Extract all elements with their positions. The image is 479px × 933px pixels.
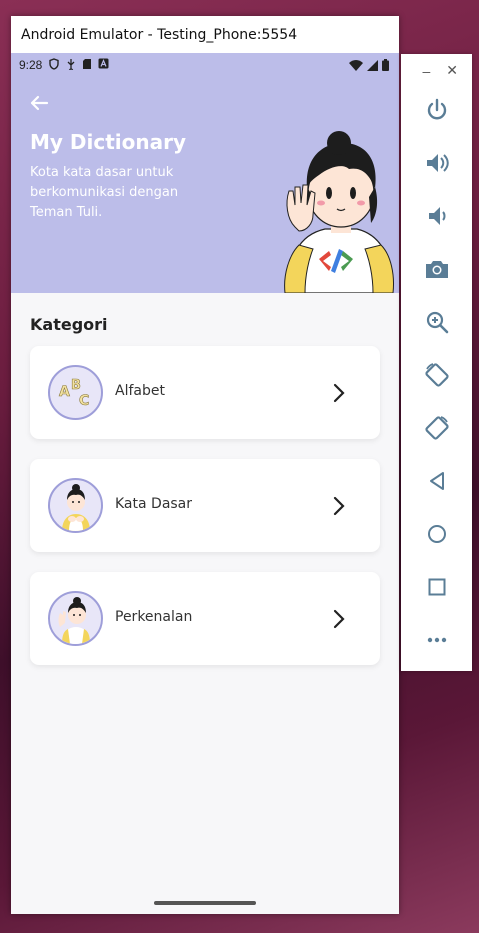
screenshot-button[interactable]	[401, 249, 472, 289]
back-triangle-icon	[429, 472, 444, 490]
back-arrow-icon[interactable]	[28, 92, 50, 114]
section-title: Kategori	[30, 315, 108, 334]
more-dots-icon	[427, 637, 446, 643]
gesture-home-bar[interactable]	[154, 901, 256, 905]
page-title: My Dictionary	[30, 130, 187, 154]
rotate-right-icon	[424, 416, 449, 440]
volume-down-button[interactable]	[401, 196, 472, 236]
page-subtitle: Kota kata dasar untuk berkomunikasi deng…	[30, 165, 179, 220]
svg-text:A: A	[59, 384, 70, 400]
rotate-left-icon	[424, 363, 449, 387]
status-bar: 9:28	[11, 53, 399, 77]
home-circle-icon	[427, 525, 446, 543]
phone-screen: 9:28 My Dictionary Kota kata dasar untuk…	[11, 53, 399, 914]
category-card-alfabet[interactable]: A B C Alfabet	[30, 346, 380, 439]
status-time: 9:28	[19, 58, 43, 72]
font-a-icon	[98, 58, 109, 72]
category-card-perkenalan[interactable]: Perkenalan	[30, 572, 380, 665]
usb-icon	[66, 58, 76, 73]
close-icon[interactable]: ✕	[446, 62, 458, 79]
overview-button[interactable]	[401, 567, 472, 607]
sd-card-icon	[82, 58, 92, 73]
svg-text:C: C	[79, 393, 89, 409]
status-right	[349, 59, 389, 71]
chevron-right-icon	[333, 496, 345, 516]
category-card-kata-dasar[interactable]: Kata Dasar	[30, 459, 380, 552]
window-title: Android Emulator - Testing_Phone:5554	[21, 26, 298, 43]
abc-letters-icon: A B C	[48, 365, 103, 420]
girl-waving-illustration	[284, 131, 394, 293]
back-button[interactable]	[401, 461, 472, 501]
home-button[interactable]	[401, 514, 472, 554]
volume-down-icon	[428, 207, 445, 225]
power-icon	[427, 98, 446, 120]
emulator-side-panel: – ✕	[401, 54, 472, 671]
window-titlebar: Android Emulator - Testing_Phone:5554	[11, 16, 399, 53]
volume-up-button[interactable]	[401, 143, 472, 183]
side-panel-header: – ✕	[401, 54, 472, 87]
signal-icon	[367, 59, 378, 71]
battery-icon	[382, 59, 389, 71]
zoom-button[interactable]	[401, 302, 472, 342]
header-banner: 9:28 My Dictionary Kota kata dasar untuk…	[11, 53, 399, 293]
girl-sign-icon	[48, 478, 103, 533]
rotate-right-button[interactable]	[401, 408, 472, 448]
power-button[interactable]	[401, 90, 472, 130]
rotate-left-button[interactable]	[401, 355, 472, 395]
category-label: Alfabet	[115, 383, 165, 399]
emulator-window: Android Emulator - Testing_Phone:5554 9:…	[11, 16, 399, 914]
category-label: Perkenalan	[115, 609, 193, 625]
volume-up-icon	[426, 154, 449, 172]
shield-icon	[48, 57, 60, 73]
chevron-right-icon	[333, 383, 345, 403]
wifi-icon	[349, 59, 363, 71]
camera-icon	[425, 261, 448, 278]
svg-text:B: B	[71, 378, 81, 393]
category-label: Kata Dasar	[115, 496, 193, 512]
minimize-icon[interactable]: –	[422, 63, 430, 79]
girl-wave-icon	[48, 591, 103, 646]
zoom-in-icon	[426, 311, 448, 334]
overview-square-icon	[428, 578, 445, 596]
more-button[interactable]	[401, 620, 472, 660]
chevron-right-icon	[333, 609, 345, 629]
